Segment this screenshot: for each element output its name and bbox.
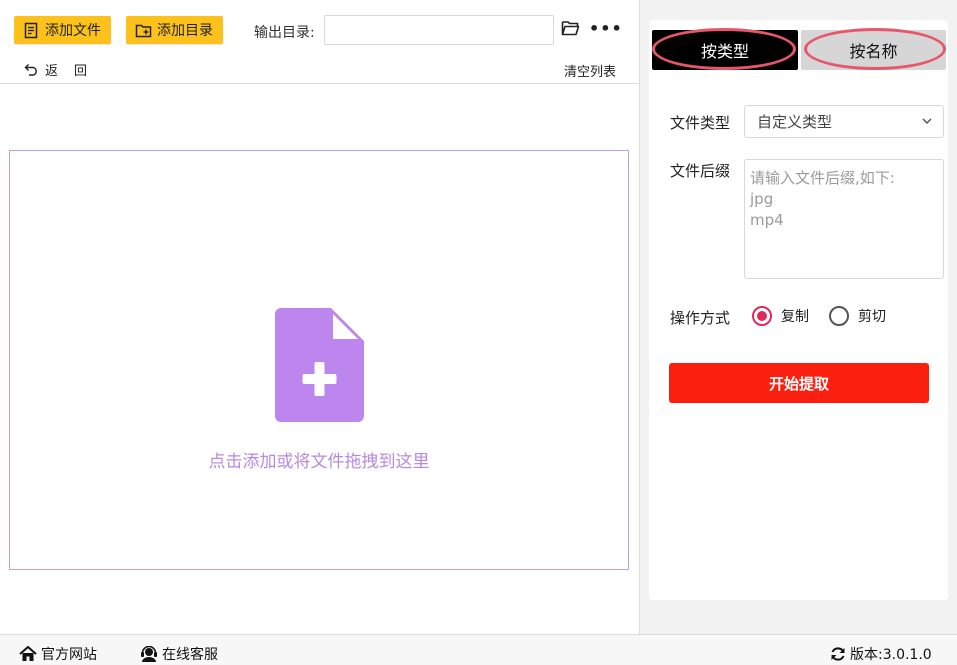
add-directory-label: 添加目录 xyxy=(157,23,213,39)
settings-card: 按类型 按名称 文件类型 自定义类型 文件后缀 请输入文件后缀,如下: jpg … xyxy=(649,20,948,600)
official-site-label: 官方网站 xyxy=(41,647,97,663)
back-button[interactable]: 返 回 xyxy=(24,60,87,79)
undo-icon xyxy=(24,64,37,76)
tab-by-type-label: 按类型 xyxy=(700,42,749,61)
file-list-pane: 添加文件 添加目录 输出目录: ••• 返 回 清空列表 点击添加或将文件拖拽到… xyxy=(0,0,639,634)
headset-icon xyxy=(141,645,157,662)
file-type-value: 自定义类型 xyxy=(757,113,833,131)
copy-radio-dot xyxy=(752,306,772,326)
output-directory-label: 输出目录: xyxy=(254,25,315,41)
document-plus-icon xyxy=(275,308,364,422)
settings-pane: 按类型 按名称 文件类型 自定义类型 文件后缀 请输入文件后缀,如下: jpg … xyxy=(640,0,957,634)
add-file-label: 添加文件 xyxy=(45,23,101,39)
back-label-2: 回 xyxy=(74,64,88,79)
file-drop-zone[interactable]: 点击添加或将文件拖拽到这里 xyxy=(9,150,629,570)
more-icon[interactable]: ••• xyxy=(589,19,623,38)
back-label: 返 xyxy=(45,64,59,79)
status-bar: 官方网站 在线客服 版本:3.0.1.0 xyxy=(0,634,957,665)
operation-label: 操作方式 xyxy=(670,309,731,327)
file-type-select[interactable]: 自定义类型 xyxy=(744,105,944,138)
online-service-label: 在线客服 xyxy=(162,647,218,663)
toolbar: 添加文件 添加目录 输出目录: ••• 返 回 清空列表 xyxy=(0,0,639,84)
tab-by-name[interactable]: 按名称 xyxy=(801,30,946,70)
clear-list-button[interactable]: 清空列表 xyxy=(564,61,616,80)
cut-radio-label: 剪切 xyxy=(858,309,886,325)
version-info: 版本:3.0.1.0 xyxy=(830,644,932,664)
output-directory-input[interactable] xyxy=(324,15,554,45)
tab-by-type[interactable]: 按类型 xyxy=(652,30,798,70)
home-icon xyxy=(19,646,37,661)
version-label: 版本:3.0.1.0 xyxy=(850,647,932,663)
cut-radio[interactable]: 剪切 xyxy=(829,306,886,326)
online-service-link[interactable]: 在线客服 xyxy=(140,644,218,664)
add-folder-icon xyxy=(135,24,152,37)
start-extract-button[interactable]: 开始提取 xyxy=(669,363,929,403)
chevron-down-icon xyxy=(922,118,932,125)
drop-zone-hint: 点击添加或将文件拖拽到这里 xyxy=(208,452,430,472)
cut-radio-dot xyxy=(829,306,849,326)
add-file-icon xyxy=(24,22,38,38)
official-site-link[interactable]: 官方网站 xyxy=(19,644,97,664)
tab-by-name-label: 按名称 xyxy=(849,42,898,61)
copy-radio[interactable]: 复制 xyxy=(752,306,809,326)
copy-radio-label: 复制 xyxy=(781,309,809,325)
add-directory-button[interactable]: 添加目录 xyxy=(126,16,223,44)
file-suffix-label: 文件后缀 xyxy=(670,162,731,180)
folder-open-icon[interactable] xyxy=(561,20,580,36)
add-file-button[interactable]: 添加文件 xyxy=(14,16,111,44)
file-suffix-textarea[interactable]: 请输入文件后缀,如下: jpg mp4 xyxy=(744,159,944,279)
start-extract-label: 开始提取 xyxy=(768,374,829,393)
app-window: 添加文件 添加目录 输出目录: ••• 返 回 清空列表 点击添加或将文件拖拽到… xyxy=(0,0,957,665)
file-type-label: 文件类型 xyxy=(670,114,731,132)
refresh-icon xyxy=(831,647,845,661)
